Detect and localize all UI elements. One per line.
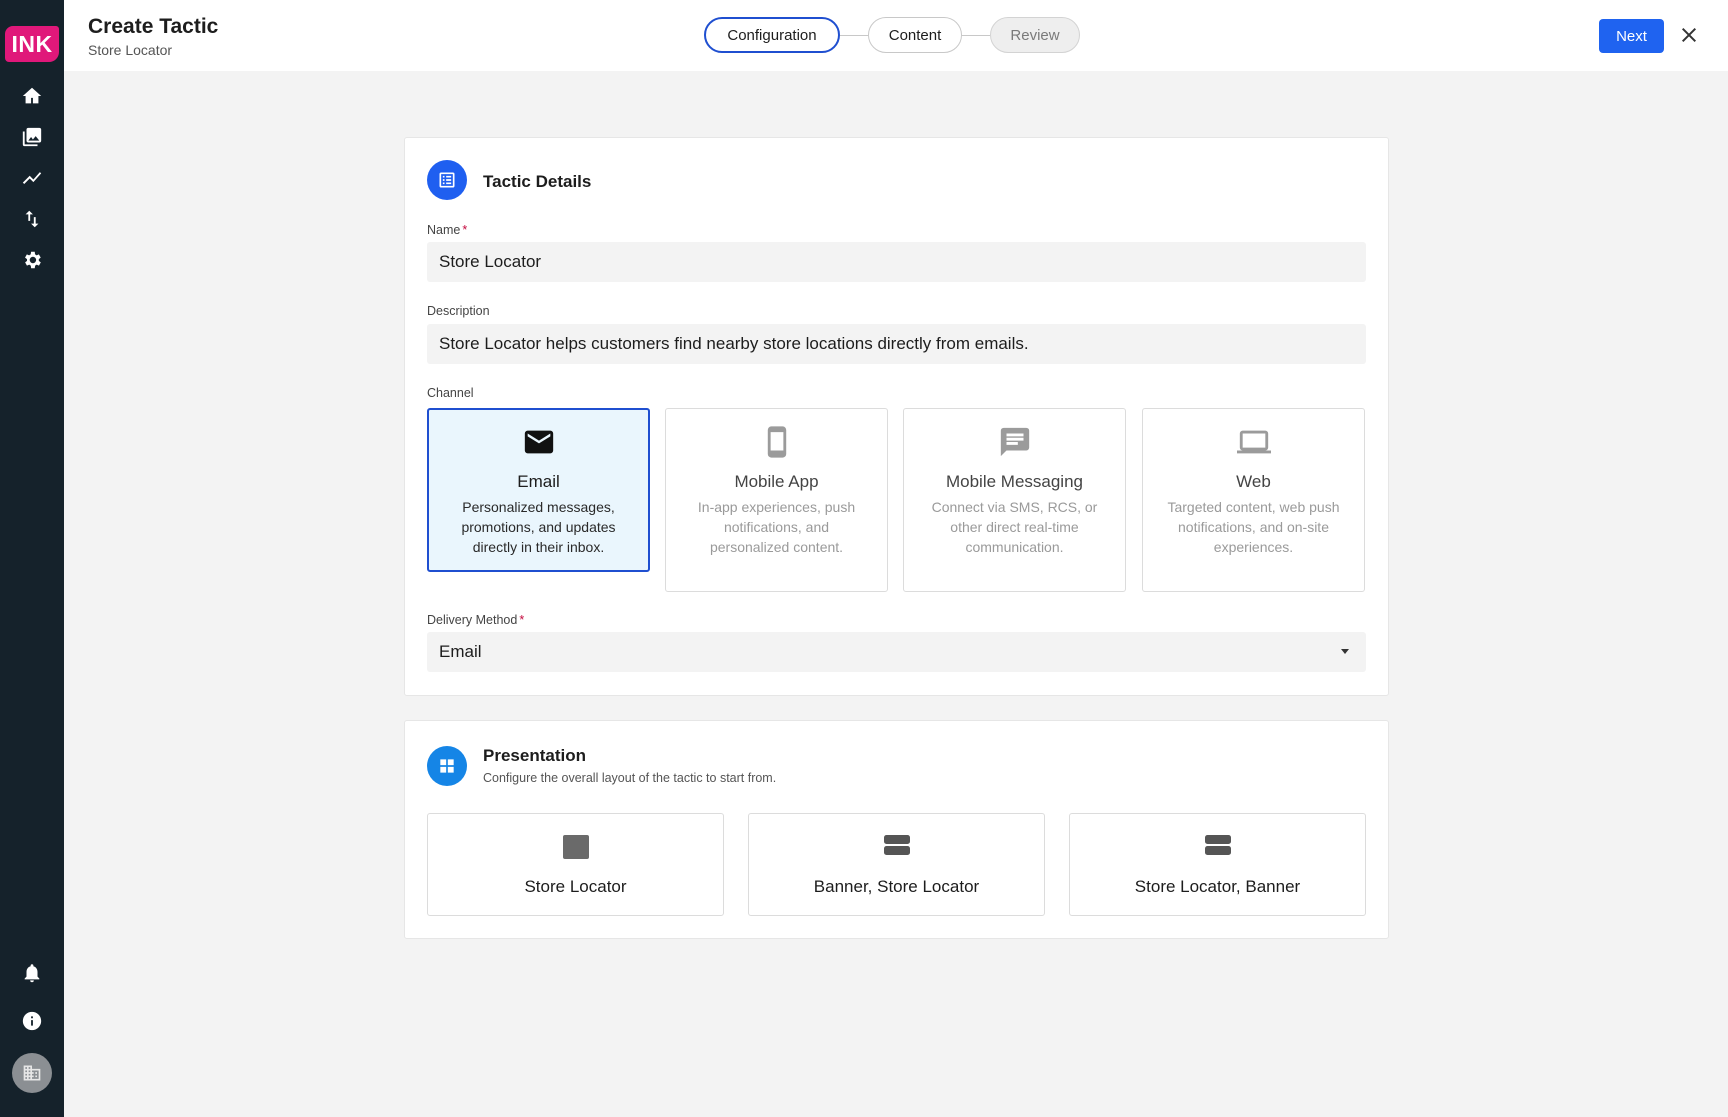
layout-option-store-locator[interactable]: Store Locator (427, 813, 724, 916)
tactic-details-card: Tactic Details Name * Store Locator Descr… (404, 137, 1389, 696)
channel-title: Mobile App (734, 472, 819, 491)
channel-mobile-app[interactable]: Mobile App In-app experiences, push noti… (665, 408, 888, 592)
channel-label: Channel (427, 386, 474, 400)
two-rows-icon (1070, 834, 1365, 856)
step-content[interactable]: Content (868, 17, 962, 53)
layout-option-label: Banner, Store Locator (813, 877, 980, 896)
channel-title: Web (1236, 472, 1271, 491)
sidebar: INK (0, 0, 64, 1117)
single-block-icon (428, 834, 723, 860)
step-configuration[interactable]: Configuration (704, 17, 840, 53)
description-label: Description (427, 304, 490, 318)
caret-down-icon (1341, 649, 1349, 654)
channel-description: Connect via SMS, RCS, or other direct re… (931, 499, 1098, 555)
two-rows-icon (749, 834, 1044, 856)
channel-mobile-messaging[interactable]: Mobile Messaging Connect via SMS, RCS, o… (903, 408, 1126, 592)
section-description: Configure the overall layout of the tact… (483, 771, 777, 785)
delivery-method-label: Delivery Method * (427, 613, 524, 627)
layout-option-label: Store Locator (524, 877, 627, 896)
home-icon[interactable] (16, 80, 48, 112)
channel-description: Personalized messages, promotions, and u… (461, 499, 616, 555)
gallery-icon[interactable] (16, 121, 48, 153)
top-header: Create Tactic Store Locator Configuratio… (64, 0, 1728, 71)
step-review[interactable]: Review (990, 17, 1080, 53)
building-icon (23, 1065, 41, 1081)
presentation-card: Presentation Configure the overall layou… (404, 720, 1389, 939)
chat-icon (904, 425, 1125, 459)
mail-icon (429, 425, 648, 459)
sidebar-nav (16, 80, 48, 276)
channel-title: Mobile Messaging (945, 472, 1083, 491)
step-connector (840, 34, 868, 36)
channel-description: In-app experiences, push notifications, … (697, 499, 856, 555)
grid-icon (427, 746, 467, 786)
delivery-method-value: Email (439, 642, 482, 661)
layout-option-store-locator-banner[interactable]: Store Locator, Banner (1069, 813, 1366, 916)
layout-option-label: Store Locator, Banner (1134, 877, 1301, 896)
phone-icon (666, 425, 887, 459)
page-subtitle: Store Locator (88, 42, 173, 58)
ink-logo[interactable]: INK (5, 26, 59, 62)
next-button[interactable]: Next (1599, 19, 1664, 53)
delivery-method-select[interactable]: Email (427, 632, 1366, 672)
close-icon[interactable] (1676, 22, 1702, 48)
layout-option-banner-store-locator[interactable]: Banner, Store Locator (748, 813, 1045, 916)
step-connector (962, 34, 990, 36)
description-field[interactable]: Store Locator helps customers find nearb… (427, 324, 1366, 364)
channel-title: Email (517, 472, 560, 491)
bell-icon[interactable] (16, 957, 48, 989)
avatar[interactable] (12, 1053, 52, 1093)
trend-icon[interactable] (16, 162, 48, 194)
section-title-tactic-details: Tactic Details (483, 172, 592, 191)
channel-email[interactable]: Email Personalized messages, promotions,… (427, 408, 650, 572)
list-icon (427, 160, 467, 200)
info-icon[interactable] (16, 1005, 48, 1037)
delivery-method-label-text: Delivery Method (427, 613, 518, 627)
stepper: Configuration Content Review (704, 17, 1080, 53)
name-field[interactable]: Store Locator (427, 242, 1366, 282)
channel-web[interactable]: Web Targeted content, web push notificat… (1142, 408, 1365, 592)
required-marker: * (519, 613, 525, 627)
required-marker: * (462, 223, 468, 237)
name-label: Name * (427, 223, 467, 237)
section-title-presentation: Presentation (483, 746, 586, 765)
page-title: Create Tactic (88, 15, 219, 38)
laptop-icon (1143, 425, 1364, 459)
sidebar-bottom (12, 957, 52, 1093)
sort-icon[interactable] (16, 203, 48, 235)
channel-description: Targeted content, web push notifications… (1167, 499, 1340, 555)
name-label-text: Name (427, 223, 461, 237)
gear-icon[interactable] (16, 244, 48, 276)
